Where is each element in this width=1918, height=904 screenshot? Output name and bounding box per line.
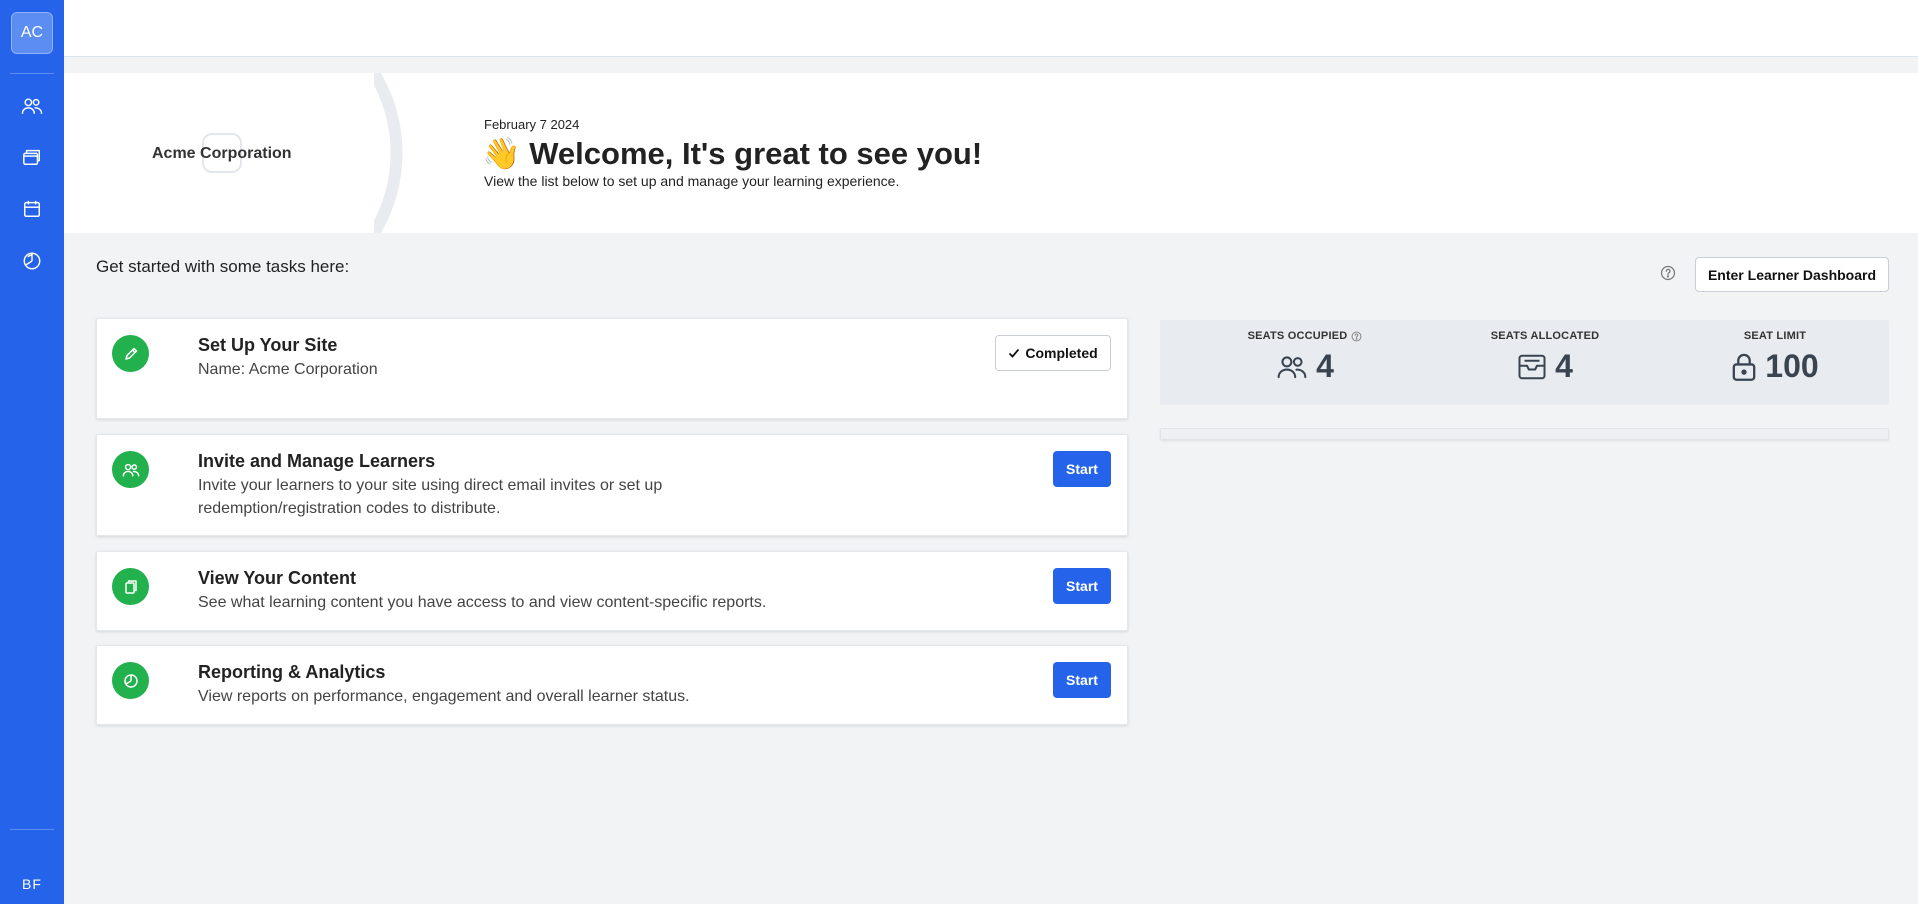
users-icon	[112, 451, 149, 488]
seat-limit-stat: SEAT LIMIT 100	[1680, 330, 1870, 385]
completed-label: Completed	[1025, 345, 1098, 361]
org-avatar[interactable]: AC	[11, 12, 53, 54]
sidebar-divider	[10, 829, 54, 830]
top-bar	[64, 0, 1918, 57]
users-icon	[1277, 355, 1307, 378]
content-icon	[23, 149, 40, 165]
task-description: View reports on performance, engagement …	[198, 688, 690, 705]
seats-occupied-label: SEATS OCCUPIED	[1247, 330, 1348, 342]
analytics-icon	[23, 252, 41, 270]
welcome-headline: 👋 Welcome, It's great to see you!	[482, 136, 983, 171]
sidebar-divider	[10, 73, 54, 74]
task-title: View Your Content	[198, 568, 357, 588]
inbox-icon	[1518, 354, 1546, 379]
seats-occupied-stat: SEATS OCCUPIED 4	[1210, 330, 1400, 385]
org-name: Acme Corporation	[152, 145, 292, 162]
sidebar-item-learners[interactable]	[18, 92, 46, 120]
info-icon[interactable]	[1351, 331, 1362, 342]
pencil-icon	[112, 335, 149, 372]
enter-learner-dashboard-button[interactable]: Enter Learner Dashboard	[1695, 257, 1889, 292]
org-logo-area: Acme Corporation	[64, 73, 394, 233]
seat-limit-label: SEAT LIMIT	[1743, 330, 1807, 342]
start-button[interactable]: Start	[1053, 568, 1111, 604]
seats-allocated-label: SEATS ALLOCATED	[1490, 330, 1600, 342]
welcome-banner: Acme Corporation February 7 2024 👋 Welco…	[64, 73, 1918, 233]
banner-curve-divider	[374, 73, 403, 233]
checkmark-icon	[1009, 348, 1020, 358]
task-card-view-content: View Your Content See what learning cont…	[96, 551, 1128, 631]
seat-usage-progress-bar	[1160, 428, 1889, 440]
sidebar-item-analytics[interactable]	[18, 247, 46, 275]
task-card-setup-site: Set Up Your Site Name: Acme Corporation …	[96, 318, 1128, 419]
tasks-heading: Get started with some tasks here:	[96, 257, 350, 276]
seats-occupied-value: 4	[1316, 348, 1334, 384]
start-button[interactable]: Start	[1053, 662, 1111, 698]
task-card-invite-learners: Invite and Manage Learners Invite your l…	[96, 434, 1128, 536]
sidebar-item-content[interactable]	[18, 143, 46, 171]
analytics-icon	[112, 662, 149, 699]
help-icon[interactable]	[1660, 265, 1676, 281]
seats-summary-panel: SEATS OCCUPIED 4 SEATS ALLOCATED 4 SEAT …	[1160, 320, 1889, 405]
task-title: Set Up Your Site	[198, 335, 338, 355]
task-description: Name: Acme Corporation	[198, 361, 378, 378]
task-description: Invite your learners to your site using …	[198, 477, 663, 517]
user-avatar[interactable]: BF	[0, 876, 64, 892]
task-title: Reporting & Analytics	[198, 662, 386, 682]
welcome-subtext: View the list below to set up and manage…	[484, 173, 900, 189]
start-button[interactable]: Start	[1053, 451, 1111, 487]
task-card-reporting-analytics: Reporting & Analytics View reports on pe…	[96, 645, 1128, 725]
task-description: See what learning content you have acces…	[198, 594, 767, 611]
completed-button[interactable]: Completed	[995, 335, 1111, 371]
calendar-icon	[24, 200, 40, 217]
current-date: February 7 2024	[484, 117, 580, 132]
users-icon	[21, 98, 43, 115]
content-icon	[112, 568, 149, 605]
seats-allocated-value: 4	[1555, 348, 1573, 384]
lock-icon	[1732, 353, 1756, 381]
seat-limit-value: 100	[1765, 348, 1819, 384]
sidebar-item-calendar[interactable]	[18, 195, 46, 223]
seats-allocated-stat: SEATS ALLOCATED 4	[1450, 330, 1640, 385]
task-title: Invite and Manage Learners	[198, 451, 436, 471]
sidebar: AC BF	[0, 0, 64, 904]
seat-usage-progress-fill	[1161, 429, 1191, 439]
